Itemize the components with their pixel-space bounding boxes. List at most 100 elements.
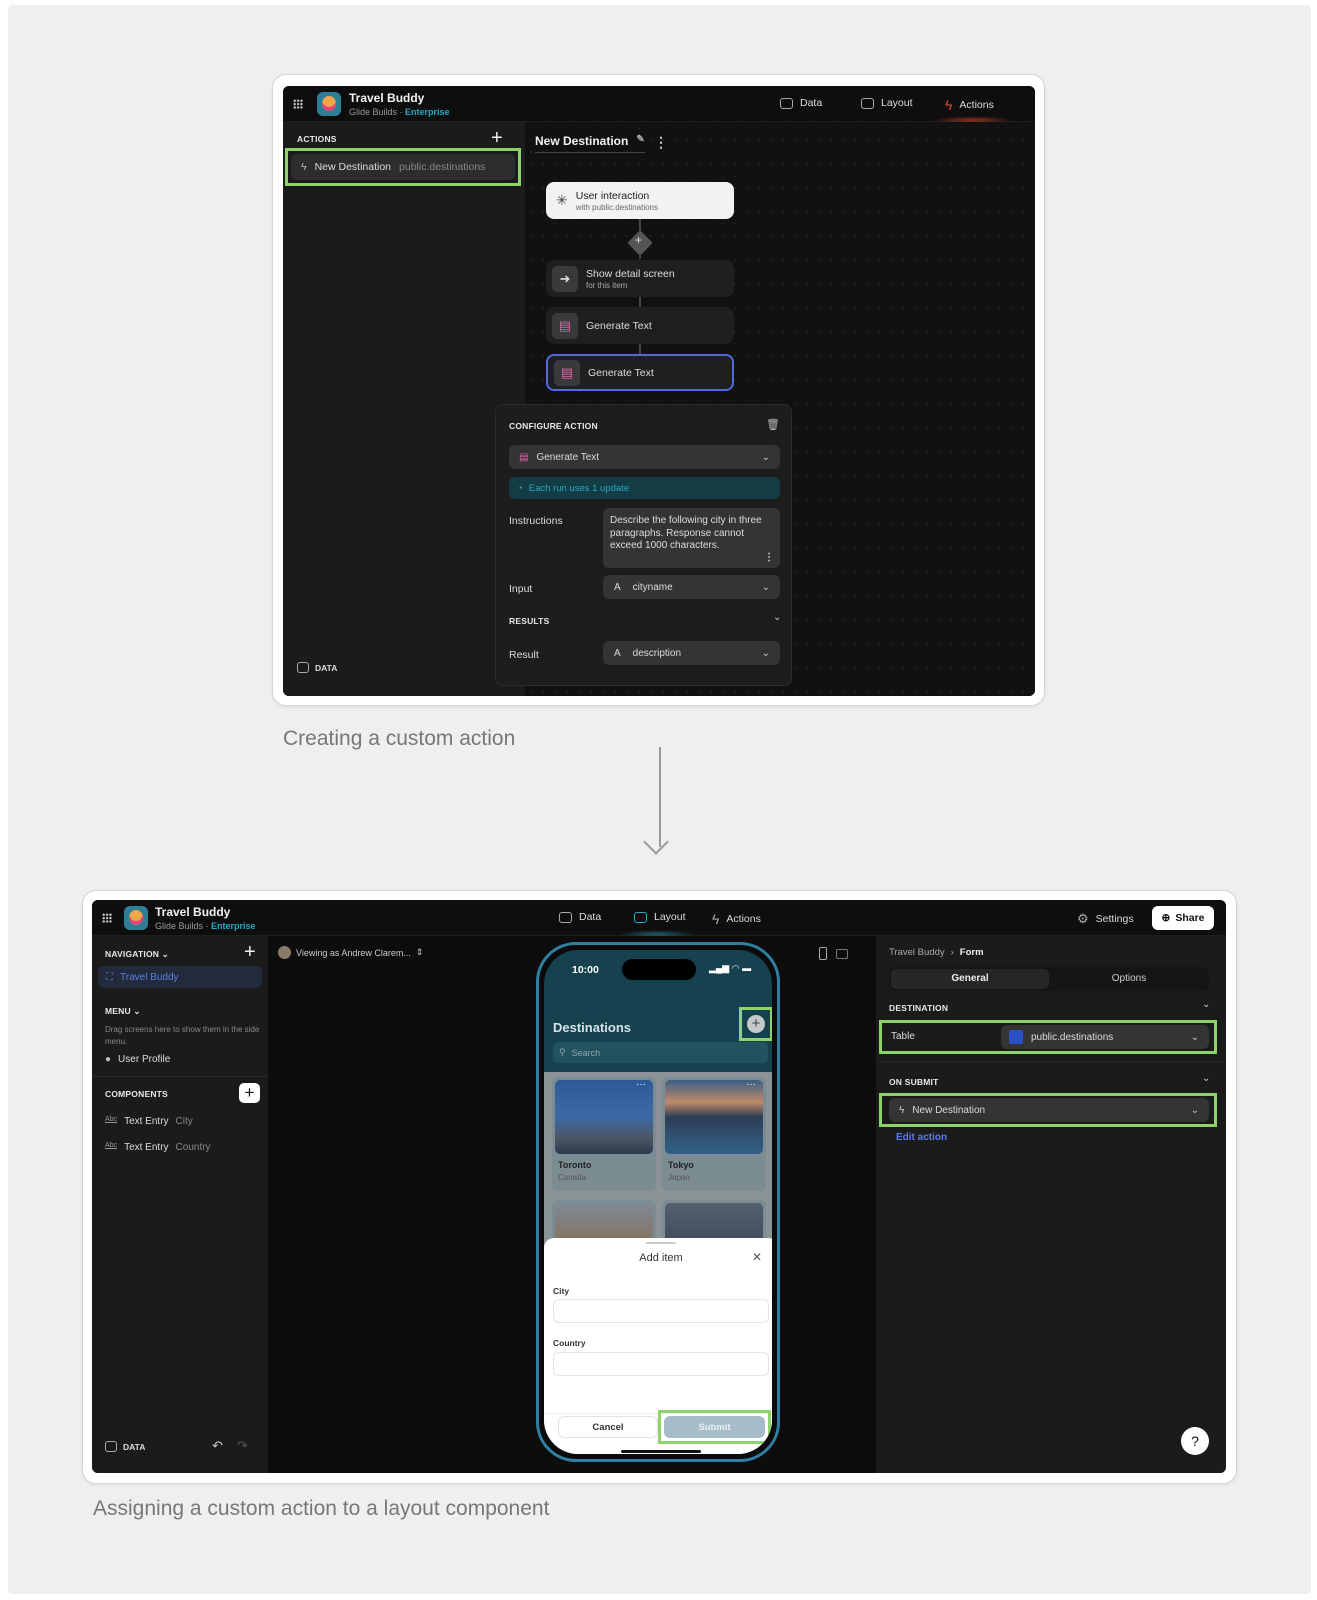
component-item[interactable]: Abc Text Entry Country: [105, 1142, 211, 1153]
result-select[interactable]: Adescription ⌄: [603, 641, 780, 665]
pencil-icon[interactable]: ✎: [636, 134, 644, 148]
search-icon: ⚲: [559, 1047, 566, 1057]
input-label: Input: [509, 583, 533, 595]
menu-heading[interactable]: MENU ⌄: [105, 1006, 141, 1017]
globe-icon: ⊕: [1161, 912, 1171, 924]
share-button[interactable]: ⊕ Share: [1152, 906, 1214, 930]
tab-label: Data: [800, 97, 823, 109]
destination-card[interactable]: ··· Toronto Canada: [552, 1077, 656, 1191]
tab-layout[interactable]: Layout: [634, 911, 686, 923]
phone-view-icon[interactable]: [819, 947, 827, 960]
tab-actions[interactable]: ϟ Actions: [945, 97, 994, 113]
trigger-node[interactable]: ✳ User interaction with public.destinatio…: [546, 182, 734, 219]
trash-icon[interactable]: 🗑: [766, 418, 780, 431]
text-type-icon: A: [614, 581, 621, 593]
chevron-down-icon: ⌄: [761, 647, 770, 659]
tokyo-image: [665, 1080, 763, 1154]
tab-data[interactable]: Data: [559, 911, 601, 923]
tier-badge: Enterprise: [211, 921, 256, 931]
input-select[interactable]: Acityname ⌄: [603, 575, 780, 599]
configure-heading: CONFIGURE ACTION: [509, 421, 598, 431]
menu-hint: Drag screens here to show them in the si…: [105, 1025, 260, 1046]
sheet-handle: [646, 1242, 676, 1244]
bolt-icon: ϟ: [945, 97, 953, 113]
search-input[interactable]: ⚲ Search: [553, 1042, 768, 1063]
action-title-text: New Destination: [535, 134, 629, 148]
add-screen-button[interactable]: +: [244, 942, 256, 962]
result-value: description: [632, 647, 682, 659]
card-more-icon[interactable]: ···: [746, 1079, 756, 1090]
connector: [639, 297, 641, 307]
submit-button[interactable]: Submit: [664, 1416, 765, 1438]
apps-grid-icon[interactable]: [293, 99, 303, 109]
sparkle-icon: ✳: [556, 192, 568, 208]
tab-label: Actions: [959, 99, 994, 111]
desktop-view-icon[interactable]: [836, 949, 848, 959]
result-label: Result: [509, 649, 539, 661]
tier-badge: Enterprise: [405, 107, 450, 117]
step-node[interactable]: ➜ Show detail screen for this item: [546, 260, 734, 297]
on-submit-heading: ON SUBMIT: [889, 1077, 939, 1087]
close-icon[interactable]: ✕: [752, 1250, 762, 1264]
collapse-icon[interactable]: ⌄: [1202, 999, 1210, 1010]
data-footer-button[interactable]: DATA: [297, 662, 337, 673]
card-more-icon[interactable]: ···: [636, 1079, 646, 1090]
redo-icon[interactable]: ↷: [237, 1438, 248, 1454]
tab-general[interactable]: General: [891, 969, 1049, 989]
chevron-down-icon: ⌄: [761, 451, 770, 463]
instructions-field[interactable]: Describe the following city in three par…: [603, 508, 780, 568]
action-name: New Destination: [314, 161, 392, 173]
step-node-selected[interactable]: ▤ Generate Text: [546, 354, 734, 391]
database-icon: [1009, 1030, 1023, 1044]
cancel-button[interactable]: Cancel: [558, 1416, 658, 1438]
configure-action-panel: CONFIGURE ACTION 🗑 ▤ Generate Text ⌄ ◔ Ea…: [495, 404, 792, 686]
country-input[interactable]: [553, 1352, 769, 1376]
nav-item-travel-buddy[interactable]: ⛶ Travel Buddy: [98, 966, 262, 988]
toronto-image: [555, 1080, 653, 1154]
apps-grid-icon[interactable]: [102, 913, 112, 923]
step-node[interactable]: ▤ Generate Text: [546, 307, 734, 344]
add-action-button[interactable]: +: [491, 128, 503, 148]
navigation-heading[interactable]: NAVIGATION ⌄: [105, 949, 169, 960]
component-item[interactable]: Abc Text Entry City: [105, 1116, 193, 1127]
settings-button[interactable]: ⚙ Settings: [1077, 911, 1134, 927]
add-item-button[interactable]: +: [747, 1015, 765, 1033]
app-logo: [317, 92, 341, 116]
collapse-results-icon[interactable]: ⌄: [773, 612, 781, 623]
card-subtitle: Canada: [558, 1173, 587, 1182]
action-table: public.destinations: [399, 161, 486, 173]
tab-label: Data: [579, 911, 602, 923]
breadcrumb-item[interactable]: Travel Buddy: [889, 947, 945, 958]
collapse-icon[interactable]: ⌄: [1202, 1073, 1210, 1084]
menu-item-user-profile[interactable]: ● User Profile: [105, 1054, 170, 1065]
on-submit-action-select[interactable]: ϟ New Destination ⌄: [889, 1098, 1209, 1122]
updown-icon: ⇕: [415, 947, 424, 957]
layout-icon: [861, 97, 874, 109]
action-list-item[interactable]: ϟ New Destination public.destinations: [291, 154, 515, 180]
data-footer-button[interactable]: DATA: [105, 1441, 145, 1452]
tab-options[interactable]: Options: [1051, 969, 1207, 989]
workspace-name: Glide Builds: [155, 921, 204, 931]
tab-actions[interactable]: ϟ Actions: [712, 911, 761, 927]
card-title: Tokyo: [668, 1160, 694, 1170]
undo-icon[interactable]: ↶: [212, 1438, 223, 1454]
destination-card[interactable]: ··· Tokyo Japan: [662, 1077, 766, 1191]
table-select[interactable]: public.destinations ⌄: [1001, 1025, 1209, 1049]
components-heading: COMPONENTS: [105, 1089, 168, 1099]
table-icon: [780, 97, 793, 109]
viewing-as-selector[interactable]: Viewing as Andrew Clarem... ⇕: [278, 946, 423, 959]
help-button[interactable]: ?: [1181, 1427, 1209, 1455]
app-logo: [124, 906, 148, 930]
more-menu-icon[interactable]: ⋮: [654, 134, 668, 151]
actions-editor-app: Travel Buddy Glide Builds · Enterprise D…: [283, 86, 1035, 696]
results-heading: RESULTS: [509, 616, 550, 626]
more-vertical-icon[interactable]: ⋮: [764, 552, 774, 565]
city-input[interactable]: [553, 1299, 769, 1323]
app-header: Travel Buddy Glide Builds · Enterprise D…: [92, 900, 1226, 938]
tab-data[interactable]: Data: [780, 97, 822, 109]
add-component-button[interactable]: +: [239, 1083, 260, 1103]
tab-layout[interactable]: Layout: [861, 97, 913, 109]
tab-label: Layout: [881, 97, 913, 109]
edit-action-link[interactable]: Edit action: [896, 1132, 947, 1143]
action-type-select[interactable]: ▤ Generate Text ⌄: [509, 445, 780, 469]
